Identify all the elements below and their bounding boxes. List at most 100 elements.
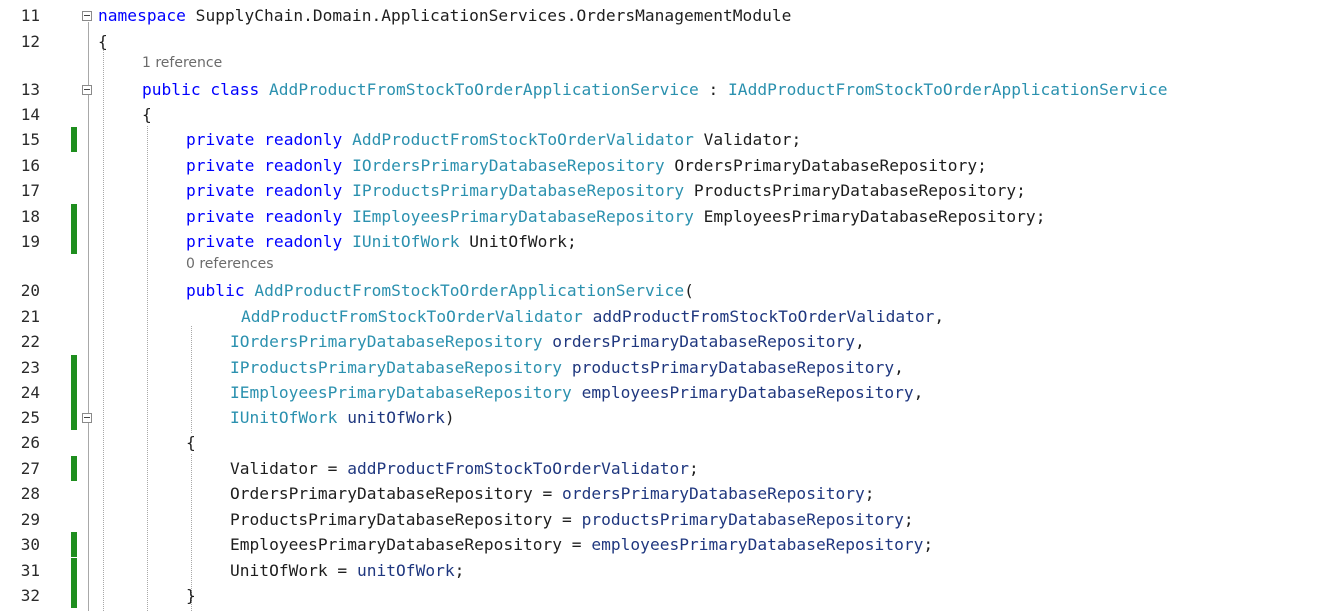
code-text: namespace SupplyChain.Domain.Application… [98,6,791,25]
code-text: EmployeesPrimaryDatabaseRepository = emp… [230,535,933,554]
change-marker [71,456,77,481]
code-line[interactable]: 16 private readonly IOrdersPrimaryDatabas… [0,153,1339,178]
code-token: readonly [264,207,343,226]
change-marker [71,583,77,608]
code-line[interactable]: 18 private readonly IEmployeesPrimaryData… [0,204,1339,229]
code-token: private [186,181,255,200]
code-line[interactable]: 21 AddProductFromStockToOrderValidator ad… [0,304,1339,329]
code-line[interactable]: 30 EmployeesPrimaryDatabaseRepository = e… [0,532,1339,557]
code-token: public [186,281,245,300]
line-number: 23 [20,358,40,377]
code-text: OrdersPrimaryDatabaseRepository = orders… [230,484,875,503]
code-token: EmployeesPrimaryDatabaseRepository = [230,535,592,554]
code-token: ; [689,459,699,478]
code-token: ordersPrimaryDatabaseRepository [552,332,856,351]
code-line[interactable]: 14 { [0,102,1339,127]
code-text: } [186,586,196,605]
code-line[interactable]: 15 private readonly AddProductFromStockTo… [0,127,1339,152]
code-token: namespace [98,6,186,25]
code-token: ProductsPrimaryDatabaseRepository = [230,510,582,529]
code-text: { [98,32,108,51]
code-text: Validator = addProductFromStockToOrderVa… [230,459,699,478]
code-line[interactable]: 26 { [0,430,1339,455]
change-marker [71,405,77,430]
code-text: AddProductFromStockToOrderValidator addP… [241,307,944,326]
code-text: { [142,105,152,124]
change-marker [71,127,77,152]
code-token: { [186,433,196,452]
code-editor[interactable]: 11 namespace SupplyChain.Domain.Applicati… [0,0,1339,611]
code-token: addProductFromStockToOrderValidator [347,459,690,478]
line-number: 25 [20,408,40,427]
code-token: AddProductFromStockToOrderValidator [241,307,583,326]
code-token: ( [684,281,694,300]
change-marker [71,355,77,380]
code-line[interactable]: 25 IUnitOfWork unitOfWork) [0,405,1339,430]
code-token: , [934,307,945,326]
code-line[interactable]: 22 IOrdersPrimaryDatabaseRepository order… [0,329,1339,354]
code-line[interactable]: 31 UnitOfWork = unitOfWork; [0,558,1339,583]
code-line[interactable]: 28 OrdersPrimaryDatabaseRepository = orde… [0,481,1339,506]
line-number: 27 [20,459,40,478]
line-number: 16 [20,156,40,175]
code-token: productsPrimaryDatabaseRepository [571,358,895,377]
code-token: Validator = [230,459,348,478]
code-token: UnitOfWork = [230,561,357,580]
code-token: addProductFromStockToOrderValidator [592,307,935,326]
code-token: employeesPrimaryDatabaseRepository [591,535,924,554]
code-token: private [186,207,255,226]
code-line[interactable]: 29 ProductsPrimaryDatabaseRepository = pr… [0,507,1339,532]
line-number: 20 [20,281,40,300]
line-number: 32 [20,586,40,605]
code-line[interactable]: 13 public class AddProductFromStockToOrde… [0,77,1339,102]
line-number: 29 [20,510,40,529]
change-marker [71,558,77,583]
line-number: 11 [20,6,40,25]
code-token: IEmployeesPrimaryDatabaseRepository [352,207,694,226]
code-token: ProductsPrimaryDatabaseRepository; [684,181,1026,200]
collapse-icon[interactable] [82,413,92,423]
codelens-references[interactable]: 0 references [186,256,274,272]
code-token: productsPrimaryDatabaseRepository [581,510,904,529]
code-line[interactable]: 11 namespace SupplyChain.Domain.Applicati… [0,3,1339,28]
code-token: IOrdersPrimaryDatabaseRepository [230,332,543,351]
line-number: 13 [20,80,40,99]
code-token: unitOfWork [356,561,455,580]
code-line[interactable]: 27 Validator = addProductFromStockToOrder… [0,456,1339,481]
code-text: private readonly IOrdersPrimaryDatabaseR… [186,156,987,175]
code-token: , [913,383,924,402]
line-number: 21 [20,307,40,326]
code-text: IEmployeesPrimaryDatabaseRepository empl… [230,383,923,402]
code-token: ordersPrimaryDatabaseRepository [562,484,865,503]
code-line[interactable]: 19 private readonly IUnitOfWork UnitOfWor… [0,229,1339,254]
line-number: 17 [20,181,40,200]
code-token: IProductsPrimaryDatabaseRepository [352,181,685,200]
code-line[interactable]: 23 IProductsPrimaryDatabaseRepository pro… [0,355,1339,380]
change-marker [71,380,77,405]
code-text: { [186,433,196,452]
code-token: EmployeesPrimaryDatabaseRepository; [693,207,1046,226]
code-token: , [855,332,865,351]
code-line[interactable]: 17 private readonly IProductsPrimaryDatab… [0,178,1339,203]
code-token: IAddProductFromStockToOrderApplicationSe… [728,80,1168,99]
code-token: Validator; [693,130,802,149]
code-token: ; [454,561,465,580]
code-token: public [142,80,201,99]
code-line[interactable]: 12 { [0,29,1339,54]
code-token: ; [903,510,914,529]
collapse-icon[interactable] [82,85,92,95]
code-token: UnitOfWork; [459,232,577,251]
code-line[interactable]: 32} [0,583,1339,608]
code-line[interactable]: 24 IEmployeesPrimaryDatabaseRepository em… [0,380,1339,405]
code-token: private [186,232,255,251]
codelens-references[interactable]: 1 reference [142,55,222,71]
change-marker [71,204,77,229]
collapse-icon[interactable] [82,11,92,21]
code-line[interactable]: 20 public AddProductFromStockToOrderAppli… [0,278,1339,303]
line-number: 24 [20,383,40,402]
